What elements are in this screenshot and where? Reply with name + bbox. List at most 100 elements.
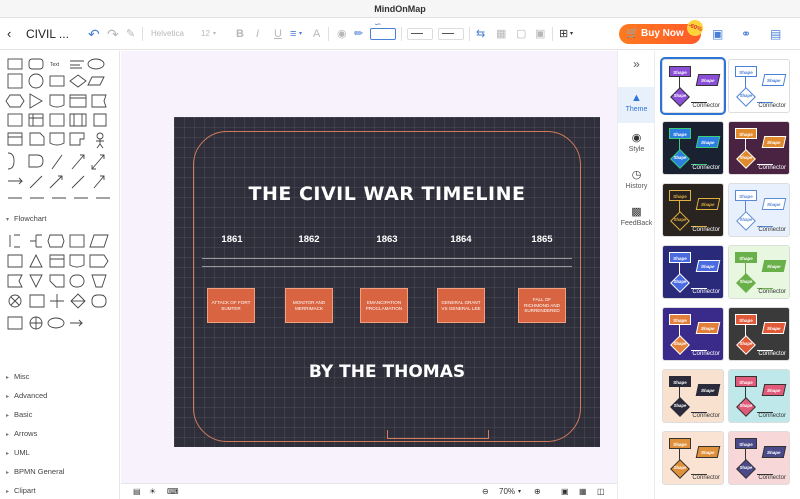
tab-feedback[interactable]: ▩ FeedBack: [618, 205, 655, 227]
year-label[interactable]: 1861: [212, 234, 252, 245]
font-size-select[interactable]: 12: [201, 18, 210, 50]
category-uml[interactable]: ▸ UML: [6, 448, 30, 457]
underline-icon[interactable]: U: [274, 18, 282, 50]
year-label[interactable]: 1864: [441, 234, 481, 245]
font-color-icon[interactable]: A: [313, 18, 320, 50]
undo-icon[interactable]: ↶: [88, 18, 100, 50]
canvas-area[interactable]: THE CIVIL WAR TIMELINE 1861 1862 1863 18…: [121, 51, 617, 483]
theme-thumbnail[interactable]: Shape Shape Shape Connector: [662, 245, 724, 299]
category-bpmn-general[interactable]: ▸ BPMN General: [6, 467, 64, 476]
chevron-down-icon[interactable]: ▾: [299, 18, 302, 50]
redo-icon[interactable]: ↷: [107, 18, 119, 50]
theme-thumbnail[interactable]: Shape Shape Shape Connector: [660, 57, 726, 115]
theme-thumbnail[interactable]: Shape Shape Shape Connector: [662, 431, 724, 485]
back-arrow-icon[interactable]: ‹: [7, 18, 11, 50]
theme-shape: Shape: [695, 74, 721, 86]
line-width-select[interactable]: [407, 28, 433, 40]
line-style-select[interactable]: [438, 28, 464, 40]
year-label[interactable]: 1863: [367, 234, 407, 245]
theme-thumbnail[interactable]: Shape Shape Shape Connector: [728, 245, 790, 299]
category-clipart[interactable]: ▸ Clipart: [6, 486, 36, 495]
category-arrows[interactable]: ▸ Arrows: [6, 429, 37, 438]
connector-style-select[interactable]: ∽: [370, 19, 396, 40]
text-align-icon[interactable]: ≡: [290, 18, 296, 50]
category-flowchart[interactable]: ▾ Flowchart: [6, 214, 47, 223]
chevron-down-icon[interactable]: ▾: [518, 484, 521, 499]
event-box[interactable]: ATTACK OF FORT SUMTER: [207, 288, 255, 323]
document-title[interactable]: CIVIL ...: [26, 18, 69, 50]
rounded-frame[interactable]: [193, 131, 581, 442]
bottom-connector[interactable]: [387, 430, 489, 439]
theme-thumbnail[interactable]: Shape Shape Shape Connector: [728, 183, 790, 237]
zoom-level[interactable]: 70%: [499, 484, 515, 499]
collapse-panel-icon[interactable]: »: [618, 57, 655, 71]
theme-thumbnail[interactable]: Shape Shape Shape Connector: [728, 121, 790, 175]
year-label[interactable]: 1862: [289, 234, 329, 245]
theme-thumbnail[interactable]: Shape Shape Shape Connector: [728, 59, 790, 113]
event-box[interactable]: GENERAL GRANT VS GENERAL LEE: [437, 288, 485, 323]
fill-color-icon[interactable]: ◉: [337, 18, 347, 50]
font-family-select[interactable]: Helvetica: [151, 18, 184, 50]
theme-thumbnail[interactable]: Shape Shape Shape Connector: [662, 369, 724, 423]
italic-icon[interactable]: I: [256, 18, 259, 50]
theme-thumbnail[interactable]: Shape Shape Shape Connector: [728, 431, 790, 485]
image-icon[interactable]: ▤: [133, 484, 141, 499]
save-icon[interactable]: ▣: [712, 18, 723, 50]
category-misc[interactable]: ▸ Misc: [6, 372, 29, 381]
fit-screen-icon[interactable]: ▣: [561, 484, 569, 499]
tab-label: Style: [628, 146, 645, 153]
theme-thumbnail[interactable]: Shape Shape Shape Connector: [728, 307, 790, 361]
theme-thumbnail[interactable]: Shape Shape Shape Connector: [728, 369, 790, 423]
theme-thumbnail[interactable]: Shape Shape Shape Connector: [662, 307, 724, 361]
basic-shapes-grid[interactable]: Text: [0, 51, 118, 201]
export-icon[interactable]: ▤: [770, 18, 781, 50]
year-label[interactable]: 1865: [522, 234, 562, 245]
zoom-in-icon[interactable]: ⊕: [534, 484, 541, 499]
tab-label: History: [625, 183, 648, 190]
panel-toggle-icon[interactable]: ◫: [597, 484, 605, 499]
chevron-down-icon[interactable]: ▾: [570, 18, 573, 50]
bold-icon[interactable]: B: [236, 18, 244, 50]
share-icon[interactable]: ⚭: [741, 18, 751, 50]
line-color-icon[interactable]: ✏: [354, 18, 363, 50]
theme-shape: Shape: [761, 384, 787, 396]
timeline-board[interactable]: THE CIVIL WAR TIMELINE 1861 1862 1863 18…: [174, 117, 600, 447]
theme-shape: Shape: [669, 252, 691, 263]
cylinder-shape: [69, 94, 87, 108]
theme-thumbnail[interactable]: Shape Shape Shape Connector: [662, 121, 724, 175]
caret-right-icon: ▸: [6, 489, 10, 495]
timeline-title[interactable]: THE CIVIL WAR TIMELINE: [174, 183, 600, 205]
zoom-out-icon[interactable]: ⊖: [482, 484, 489, 499]
event-box[interactable]: MONITOR AND MERRIMACK: [285, 288, 333, 323]
sun-icon[interactable]: ☀: [149, 484, 156, 499]
arrange-icon[interactable]: ⇆: [476, 18, 485, 50]
category-basic[interactable]: ▸ Basic: [6, 410, 32, 419]
display-shape: [89, 254, 109, 268]
align-icon[interactable]: ▦: [496, 18, 506, 50]
caret-right-icon: ▸: [6, 470, 10, 476]
manual-operation-shape: [91, 274, 107, 288]
buy-now-button[interactable]: 🛒 Buy Now -60%: [619, 17, 706, 44]
keyboard-icon[interactable]: ⌨: [167, 484, 179, 499]
tab-style[interactable]: ◉ Style: [618, 131, 655, 153]
format-painter-icon[interactable]: ✎: [126, 18, 135, 50]
timeline-double-arrow[interactable]: [202, 258, 572, 267]
category-advanced[interactable]: ▸ Advanced: [6, 391, 47, 400]
chevron-down-icon[interactable]: ▾: [213, 18, 216, 50]
table-icon[interactable]: ⊞: [559, 18, 568, 50]
tab-history[interactable]: ◷ History: [618, 168, 655, 190]
flowchart-shapes-grid[interactable]: [0, 229, 118, 361]
theme-diamond-label: Shape: [673, 217, 687, 222]
lock-icon[interactable]: ▣: [535, 18, 545, 50]
tape-shape: [91, 94, 107, 108]
tab-theme[interactable]: ▲ Theme: [618, 87, 655, 123]
group-icon[interactable]: ▢: [516, 18, 526, 50]
chat-icon: ▩: [631, 206, 642, 218]
fullscreen-icon[interactable]: ▦: [579, 484, 587, 499]
event-box[interactable]: FALL OF RICHMOND AND SURRENDERED: [518, 288, 566, 323]
timeline-byline[interactable]: BY THE THOMAS: [174, 362, 600, 382]
event-box[interactable]: EMANCIPATION PROCLAMATION: [360, 288, 408, 323]
theme-connector-label: Connector: [758, 103, 786, 109]
predefined-shape: [29, 294, 45, 308]
theme-thumbnail[interactable]: Shape Shape Shape Connector: [662, 183, 724, 237]
